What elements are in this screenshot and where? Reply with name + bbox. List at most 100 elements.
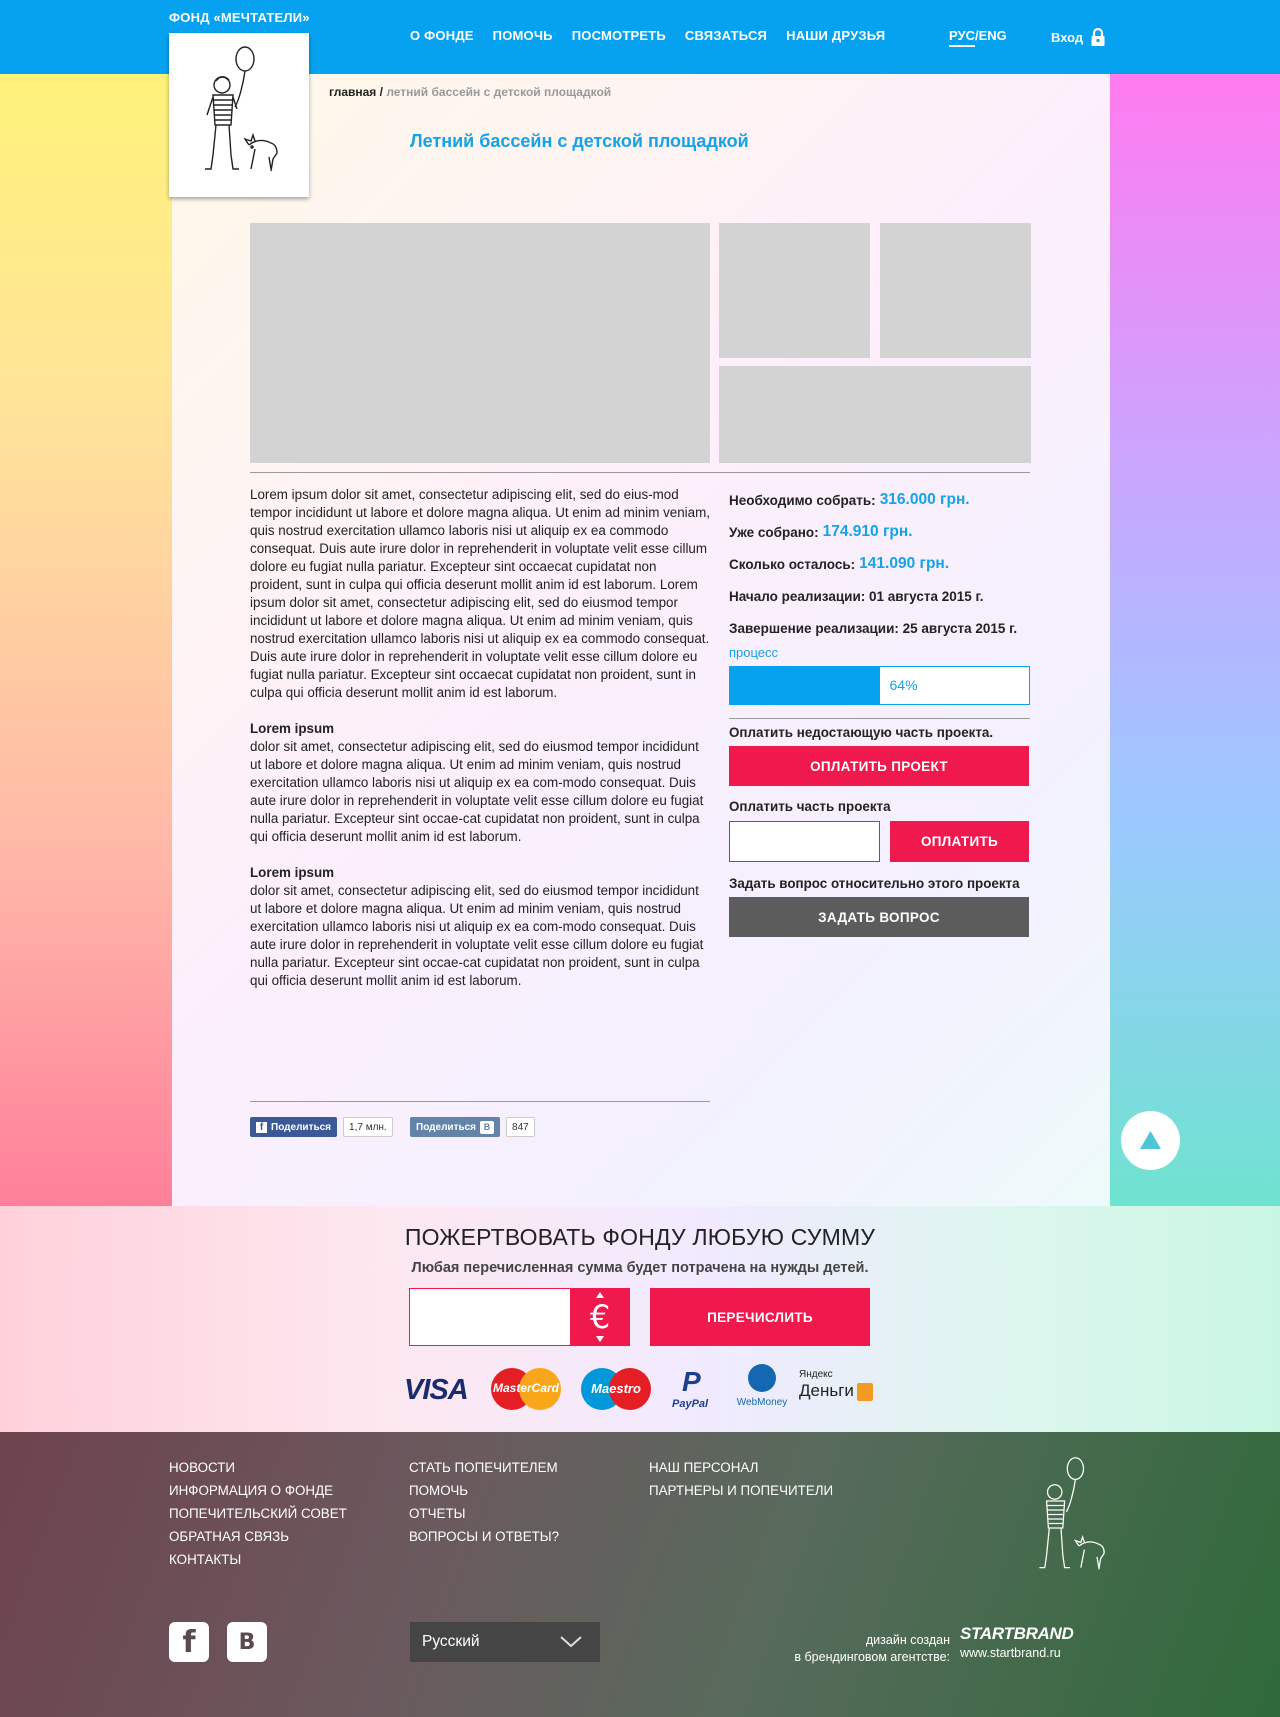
language-select-value: Русский (422, 1633, 480, 1650)
agency-url: www.startbrand.ru (960, 1646, 1061, 1660)
description-intro: Lorem ipsum dolor sit amet, consectetur … (250, 487, 710, 700)
progress-percent: 64% (889, 677, 918, 693)
language-switch: РУС/ENG (949, 28, 1007, 47)
boy-with-dog-icon (205, 46, 278, 172)
vk-icon: B (238, 1629, 256, 1655)
facebook-icon: f (256, 1121, 267, 1133)
donate-section: ПОЖЕРТВОВАТЬ ФОНДУ ЛЮБУЮ СУММУ Любая пер… (0, 1206, 1280, 1432)
gallery-thumb-3[interactable] (719, 366, 1031, 463)
maestro-text: Maestro (591, 1381, 641, 1396)
chevron-down-icon (560, 1636, 582, 1648)
description-section-2: Lorem ipsum dolor sit amet, consectetur … (250, 864, 710, 990)
pay-project-button[interactable]: ОПЛАТИТЬ ПРОЕКТ (729, 746, 1029, 786)
scroll-top-button[interactable] (1121, 1111, 1180, 1170)
footer-col-1: НОВОСТИ ИНФОРМАЦИЯ О ФОНДЕ ПОПЕЧИТЕЛЬСКИ… (169, 1456, 347, 1571)
footer-col-3: НАШ ПЕРСОНАЛ ПАРТНЕРЫ И ПОПЕЧИТЕЛИ (649, 1456, 833, 1502)
facebook-share-label: Поделиться (271, 1121, 332, 1133)
breadcrumb-separator: / (376, 85, 387, 99)
gallery-main-image[interactable] (250, 223, 710, 463)
webmoney-logo: WebMoney (732, 1364, 792, 1414)
footer-become-trustee[interactable]: СТАТЬ ПОПЕЧИТЕЛЕМ (409, 1456, 559, 1479)
project-description: Lorem ipsum dolor sit amet, consectetur … (250, 486, 710, 1008)
page-title: Летний бассейн с детской площадкой (410, 131, 749, 151)
stat-collected-label: Уже собрано: (729, 524, 819, 540)
footer-reports[interactable]: ОТЧЕТЫ (409, 1502, 559, 1525)
yandex-money-logo: Яндекс Деньги (799, 1369, 874, 1409)
stat-start-label: Начало реализации: 01 августа 2015 г. (729, 588, 984, 604)
paypal-text: PayPal (672, 1398, 709, 1410)
brand-name[interactable]: ФОНД «МЕЧТАТЕЛИ» (169, 10, 310, 25)
progress-bar: 64% (729, 666, 1030, 705)
vk-share: Поделиться B 847 (410, 1117, 535, 1137)
stat-end: Завершение реализации: 25 августа 2015 г… (729, 612, 1049, 644)
progress-fill (730, 667, 880, 704)
pay-part-button[interactable]: ОПЛАТИТЬ (890, 821, 1029, 862)
footer-partners[interactable]: ПАРТНЕРЫ И ПОПЕЧИТЕЛИ (649, 1479, 833, 1502)
pay-part-label: Оплатить часть проекта (729, 799, 891, 814)
nav-help[interactable]: ПОМОЧЬ (493, 28, 553, 43)
right-gradient (1110, 74, 1280, 1206)
section-2-title: Lorem ipsum (250, 865, 335, 880)
main-nav: О ФОНДЕ ПОМОЧЬ ПОСМОТРЕТЬ СВЯЗАТЬСЯ НАШИ… (410, 28, 904, 43)
nav-contact[interactable]: СВЯЗАТЬСЯ (685, 28, 767, 43)
currency-symbol: € (589, 1298, 611, 1336)
donate-amount-input[interactable] (409, 1288, 571, 1346)
footer: НОВОСТИ ИНФОРМАЦИЯ О ФОНДЕ ПОПЕЧИТЕЛЬСКИ… (0, 1432, 1280, 1717)
footer-boy-with-dog-icon (1039, 1457, 1105, 1570)
language-select[interactable]: Русский (410, 1622, 600, 1662)
lock-icon (1091, 28, 1105, 46)
lang-en[interactable]: ENG (979, 28, 1007, 43)
stat-goal: Необходимо собрать: 316.000 грн. (729, 484, 1049, 516)
footer-help[interactable]: ПОМОЧЬ (409, 1479, 559, 1502)
footer-faq[interactable]: ВОПРОСЫ И ОТВЕТЫ? (409, 1525, 559, 1548)
progress-label: процесс (729, 645, 779, 660)
breadcrumb: главная / летний бассейн с детской площа… (329, 85, 611, 99)
footer-contacts[interactable]: КОНТАКТЫ (169, 1548, 347, 1571)
facebook-share-button[interactable]: f Поделиться (250, 1117, 338, 1137)
footer-board[interactable]: ПОПЕЧИТЕЛЬСКИЙ СОВЕТ (169, 1502, 347, 1525)
stat-remaining: Сколько осталось: 141.090 грн. (729, 548, 1049, 580)
facebook-share-count: 1,7 млн. (343, 1117, 393, 1137)
footer-col-2: СТАТЬ ПОПЕЧИТЕЛЕМ ПОМОЧЬ ОТЧЕТЫ ВОПРОСЫ … (409, 1456, 559, 1548)
gallery-thumb-2[interactable] (880, 223, 1031, 358)
currency-select[interactable]: € (570, 1288, 630, 1346)
credit-line-1: дизайн создан (865, 1633, 950, 1647)
stat-collected: Уже собрано: 174.910 грн. (729, 516, 1049, 548)
ask-question-button[interactable]: ЗАДАТЬ ВОПРОС (729, 897, 1029, 937)
footer-news[interactable]: НОВОСТИ (169, 1456, 347, 1479)
lang-ru[interactable]: РУС (949, 28, 975, 47)
ask-label: Задать вопрос относительно этого проекта (729, 876, 1020, 891)
description-section-1: Lorem ipsum dolor sit amet, consectetur … (250, 720, 710, 846)
mastercard-text: MasterCard (492, 1381, 560, 1395)
logo[interactable] (169, 33, 309, 197)
facebook-icon: f (182, 1624, 196, 1660)
facebook-link[interactable]: f (169, 1622, 209, 1662)
webmoney-text: WebMoney (736, 1397, 788, 1408)
breadcrumb-home[interactable]: главная (329, 85, 376, 99)
footer-feedback[interactable]: ОБРАТНАЯ СВЯЗЬ (169, 1525, 347, 1548)
share-divider (250, 1101, 710, 1102)
nav-about[interactable]: О ФОНДЕ (410, 28, 474, 43)
nav-view[interactable]: ПОСМОТРЕТЬ (572, 28, 666, 43)
design-credit: дизайн создан в брендинговом агентстве: (794, 1632, 950, 1666)
agency-logo[interactable]: STARTBRAND www.startbrand.ru (960, 1624, 1074, 1660)
stat-start: Начало реализации: 01 августа 2015 г. (729, 580, 1049, 612)
section-1-title: Lorem ipsum (250, 721, 335, 736)
footer-about[interactable]: ИНФОРМАЦИЯ О ФОНДЕ (169, 1479, 347, 1502)
login-link[interactable]: Вход (1051, 28, 1105, 46)
vk-share-button[interactable]: Поделиться B (410, 1117, 501, 1137)
nav-friends[interactable]: НАШИ ДРУЗЬЯ (786, 28, 885, 43)
credit-line-2: в брендинговом агентстве: (794, 1650, 950, 1664)
transfer-button[interactable]: ПЕРЕЧИСЛИТЬ (650, 1288, 870, 1346)
vk-link[interactable]: B (227, 1622, 267, 1662)
arrow-up-icon (1140, 1131, 1161, 1149)
stat-remaining-value: 141.090 грн. (859, 555, 950, 572)
donate-title: ПОЖЕРТВОВАТЬ ФОНДУ ЛЮБУЮ СУММУ (404, 1224, 876, 1250)
gallery-thumb-1[interactable] (719, 223, 870, 358)
paypal-logo: P PayPal (672, 1366, 709, 1410)
donate-subtitle: Любая перечисленная сумма будет потрачен… (411, 1260, 869, 1276)
footer-staff[interactable]: НАШ ПЕРСОНАЛ (649, 1456, 833, 1479)
pay-amount-input[interactable] (729, 821, 880, 862)
agency-name: STARTBRAND (960, 1624, 1074, 1643)
facebook-share: f Поделиться 1,7 млн. (250, 1117, 393, 1137)
